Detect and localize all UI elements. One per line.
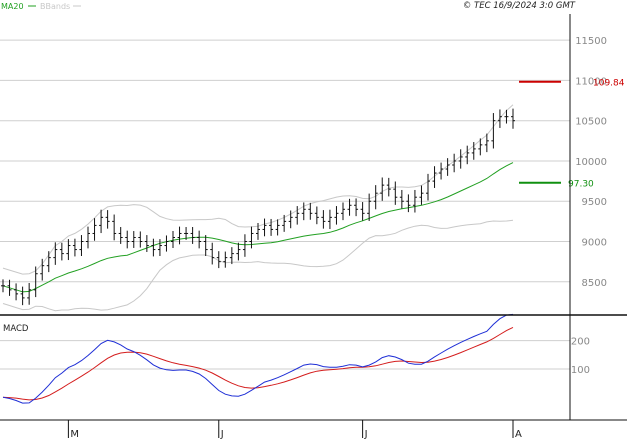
copyright-text: © TEC 16/9/2024 3:0 GMT <box>463 1 576 11</box>
macd-tick-label: 200 <box>571 337 590 348</box>
price-tick-label: 8500 <box>582 278 607 289</box>
time-tick-label: J <box>364 429 368 440</box>
legend: MA20 BBands <box>1 2 81 11</box>
time-tick-label: M <box>70 429 79 440</box>
price-tick-label: 11500 <box>575 36 607 47</box>
time-tick-label: J <box>220 429 224 440</box>
legend-ma20: MA20 <box>1 2 24 11</box>
price-tick-label: 10500 <box>575 117 607 128</box>
price-grid: 85009000950010000105001100011500 <box>0 36 607 289</box>
macd-title: MACD <box>3 324 29 334</box>
bband-upper <box>2 104 514 275</box>
stock-chart: 85009000950010000105001100011500 100200 … <box>0 1 627 440</box>
price-tick-label: 9000 <box>582 238 607 249</box>
price-bars <box>1 108 515 306</box>
macd-lines <box>2 313 514 404</box>
macd-tick-label: 100 <box>571 365 590 376</box>
price-annotations: 109.84 97.30 <box>519 79 625 190</box>
price-tick-label: 9500 <box>582 197 607 208</box>
legend-bbands: BBands <box>40 2 70 11</box>
bollinger-bands <box>2 104 514 312</box>
annotation-label: 109.84 <box>593 79 625 89</box>
macd-signal-line <box>2 326 514 401</box>
time-tick-label: A <box>515 429 522 440</box>
price-tick-label: 10000 <box>575 157 607 168</box>
annotation-label: 97.30 <box>568 180 594 190</box>
macd-main-line <box>2 313 514 404</box>
